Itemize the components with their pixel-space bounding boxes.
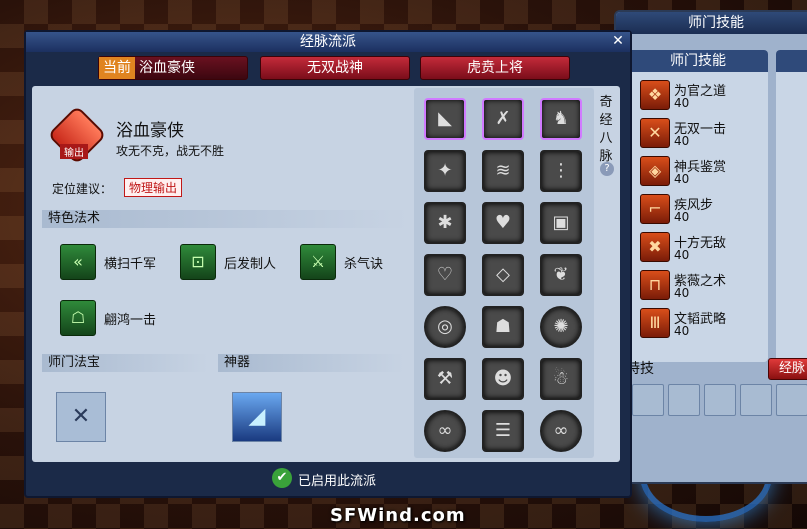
- skill-icon: Ⅲ: [640, 308, 670, 338]
- meridian-node-icon[interactable]: ≋: [482, 150, 524, 192]
- sect-skills-header: 师门技能: [628, 50, 768, 72]
- tab-huben-shangjiang[interactable]: 虎贲上将: [420, 56, 570, 80]
- skill-icon: ✖: [640, 232, 670, 262]
- jingmai-button[interactable]: 经脉: [768, 358, 807, 380]
- special-skill-slot[interactable]: [632, 384, 664, 416]
- triple-chevron-icon: «: [60, 244, 96, 280]
- window-title: 经脉流派: [26, 32, 630, 52]
- current-badge: 当前: [99, 57, 135, 79]
- school-description: 攻无不克，战无不胜: [116, 144, 225, 158]
- position-label: 定位建议：: [52, 182, 113, 196]
- content-area: 输出 浴血豪侠 攻无不克，战无不胜 定位建议： 物理输出 特色法术 « 横扫千军…: [32, 86, 620, 462]
- meridian-node-icon[interactable]: ♞: [540, 98, 582, 140]
- sect-skills-panel-title: 师门技能: [616, 12, 807, 34]
- check-icon: ✔: [272, 468, 292, 488]
- meridian-node-icon[interactable]: ⚒: [424, 358, 466, 400]
- skill-icon: ◈: [640, 156, 670, 186]
- school-enabled-status: 已启用此流派: [298, 474, 377, 489]
- artifact-blade-icon[interactable]: ◢: [232, 392, 282, 442]
- artifact-heading: 神器: [218, 354, 404, 372]
- meridian-node-icon[interactable]: ∞: [424, 410, 466, 452]
- meridian-node-icon[interactable]: ▣: [540, 202, 582, 244]
- warrior-icon: ☖: [60, 300, 96, 336]
- special-skill-slot[interactable]: [704, 384, 736, 416]
- crossed-swords-icon[interactable]: ✕: [56, 392, 106, 442]
- meridian-node-icon[interactable]: ☰: [482, 410, 524, 452]
- jingmai-school-window: 经脉流派 ✕ 当前 浴血豪侠 无双战神 虎贲上将 输出 浴血豪侠 攻无不克，战无不…: [24, 30, 632, 498]
- school-name: 浴血豪侠: [116, 121, 184, 141]
- meridian-node-icon[interactable]: ☃: [540, 358, 582, 400]
- special-skill-slot[interactable]: [668, 384, 700, 416]
- meridian-grid: ◣ ✗ ♞ ✦ ≋ ⋮ ✱ ♥ ▣ ♡ ◇ ❦ ◎ ☗ ✺ ⚒ ☻ ☃ ∞ ☰ …: [414, 88, 594, 458]
- skill-icon: ✕: [640, 118, 670, 148]
- school-info-pane: 输出 浴血豪侠 攻无不克，战无不胜 定位建议： 物理输出 特色法术 « 横扫千军…: [32, 86, 412, 462]
- meridian-node-icon[interactable]: ∞: [540, 410, 582, 452]
- meridian-node-icon[interactable]: ✺: [540, 306, 582, 348]
- skill-icon: ⌐: [640, 194, 670, 224]
- qijing-bamai-label: 奇经八脉: [599, 95, 613, 164]
- special-spells-heading: 特色法术: [42, 210, 408, 228]
- tab-yuxue-haoxia[interactable]: 当前 浴血豪侠: [98, 56, 248, 80]
- sect-skills-list: 师门技能 ❖ 为官之道 40 ✕ 无双一击 40 ◈ 神兵鉴赏 40 ⌐ 疾风步…: [628, 50, 768, 362]
- meridian-node-icon[interactable]: ♥: [482, 202, 524, 244]
- meridian-node-icon[interactable]: ✱: [424, 202, 466, 244]
- special-skill-slot[interactable]: [740, 384, 772, 416]
- meridian-node-icon[interactable]: ♡: [424, 254, 466, 296]
- square-rune-icon: ⊡: [180, 244, 216, 280]
- watermark: SFWind.com: [330, 505, 466, 526]
- special-skill-slot[interactable]: [776, 384, 807, 416]
- meridian-node-icon[interactable]: ✦: [424, 150, 466, 192]
- meridian-node-icon[interactable]: ⋮: [540, 150, 582, 192]
- secondary-skills-list: [776, 50, 807, 362]
- meridian-node-icon[interactable]: ◣: [424, 98, 466, 140]
- school-tabs: 当前 浴血豪侠 无双战神 虎贲上将: [26, 54, 630, 84]
- school-emblem-icon: 输出: [47, 105, 107, 165]
- tab-wushuang-zhanshen[interactable]: 无双战神: [260, 56, 410, 80]
- skill-icon: ❖: [640, 80, 670, 110]
- help-icon[interactable]: ?: [600, 162, 614, 176]
- status-footer: ✔ 已启用此流派: [26, 464, 630, 492]
- meridian-node-icon[interactable]: ☻: [482, 358, 524, 400]
- meridian-node-icon[interactable]: ❦: [540, 254, 582, 296]
- meridian-node-icon[interactable]: ☗: [482, 306, 524, 348]
- secondary-skills-header: [776, 50, 807, 72]
- skill-icon: ⊓: [640, 270, 670, 300]
- position-tag: 物理输出: [124, 178, 183, 197]
- meridian-node-icon[interactable]: ◎: [424, 306, 466, 348]
- close-icon[interactable]: ✕: [610, 33, 626, 49]
- sect-treasure-heading: 师门法宝: [42, 354, 208, 372]
- blade-icon: ⚔: [300, 244, 336, 280]
- meridian-node-icon[interactable]: ✗: [482, 98, 524, 140]
- meridian-node-icon[interactable]: ◇: [482, 254, 524, 296]
